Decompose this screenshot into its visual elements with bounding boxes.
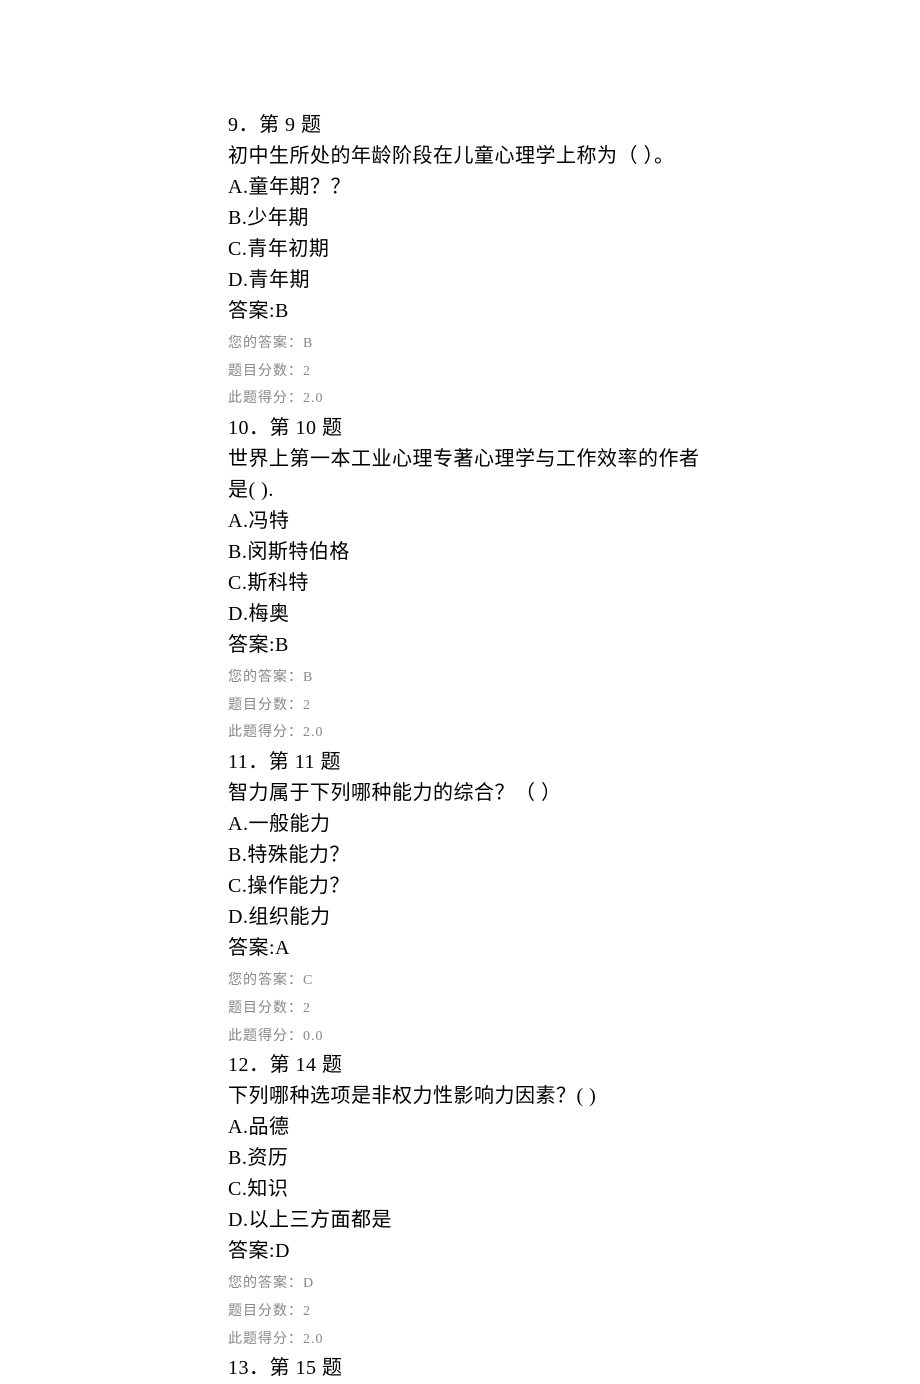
question-block: 9．第 9 题 初中生所处的年龄阶段在儿童心理学上称为（ ）。 A.童年期？？ …	[228, 110, 920, 410]
full-score: 题目分数：2	[228, 1301, 920, 1323]
option-b: B.闵斯特伯格	[228, 537, 920, 568]
full-score: 题目分数：2	[228, 998, 920, 1020]
your-answer: 您的答案：B	[228, 333, 920, 355]
your-answer: 您的答案：C	[228, 970, 920, 992]
your-answer: 您的答案：B	[228, 667, 920, 689]
full-score: 题目分数：2	[228, 695, 920, 717]
question-number: 11．第 11 题	[228, 747, 920, 778]
question-stem: 世界上第一本工业心理专著心理学与工作效率的作者	[228, 444, 920, 475]
option-a: A.品德	[228, 1112, 920, 1143]
question-stem-2: 是( ).	[228, 475, 920, 506]
question-block: 13．第 15 题	[228, 1353, 920, 1384]
option-d: D.青年期	[228, 265, 920, 296]
page: 9．第 9 题 初中生所处的年龄阶段在儿童心理学上称为（ ）。 A.童年期？？ …	[0, 0, 920, 1384]
option-b: B.资历	[228, 1143, 920, 1174]
question-number: 12．第 14 题	[228, 1050, 920, 1081]
answer-label: 答案:B	[228, 630, 920, 661]
got-score: 此题得分：2.0	[228, 388, 920, 410]
option-d: D.梅奥	[228, 599, 920, 630]
option-b: B.少年期	[228, 203, 920, 234]
option-a: A.童年期？？	[228, 172, 920, 203]
option-c: C.斯科特	[228, 568, 920, 599]
option-a: A.冯特	[228, 506, 920, 537]
question-stem: 初中生所处的年龄阶段在儿童心理学上称为（ ）。	[228, 141, 920, 172]
question-block: 12．第 14 题 下列哪种选项是非权力性影响力因素？( ) A.品德 B.资历…	[228, 1050, 920, 1350]
question-block: 11．第 11 题 智力属于下列哪种能力的综合？（ ） A.一般能力 B.特殊能…	[228, 747, 920, 1047]
question-number: 9．第 9 题	[228, 110, 920, 141]
answer-label: 答案:B	[228, 296, 920, 327]
answer-label: 答案:D	[228, 1236, 920, 1267]
question-number: 13．第 15 题	[228, 1353, 920, 1384]
option-d: D.组织能力	[228, 902, 920, 933]
your-answer: 您的答案：D	[228, 1273, 920, 1295]
option-d: D.以上三方面都是	[228, 1205, 920, 1236]
full-score: 题目分数：2	[228, 361, 920, 383]
option-c: C.青年初期	[228, 234, 920, 265]
got-score: 此题得分：0.0	[228, 1026, 920, 1048]
option-c: C.操作能力？	[228, 871, 920, 902]
option-b: B.特殊能力？	[228, 840, 920, 871]
answer-label: 答案:A	[228, 933, 920, 964]
option-a: A.一般能力	[228, 809, 920, 840]
got-score: 此题得分：2.0	[228, 1329, 920, 1351]
question-stem: 下列哪种选项是非权力性影响力因素？( )	[228, 1081, 920, 1112]
question-number: 10．第 10 题	[228, 413, 920, 444]
question-block: 10．第 10 题 世界上第一本工业心理专著心理学与工作效率的作者 是( ). …	[228, 413, 920, 744]
got-score: 此题得分：2.0	[228, 722, 920, 744]
question-stem: 智力属于下列哪种能力的综合？（ ）	[228, 778, 920, 809]
option-c: C.知识	[228, 1174, 920, 1205]
